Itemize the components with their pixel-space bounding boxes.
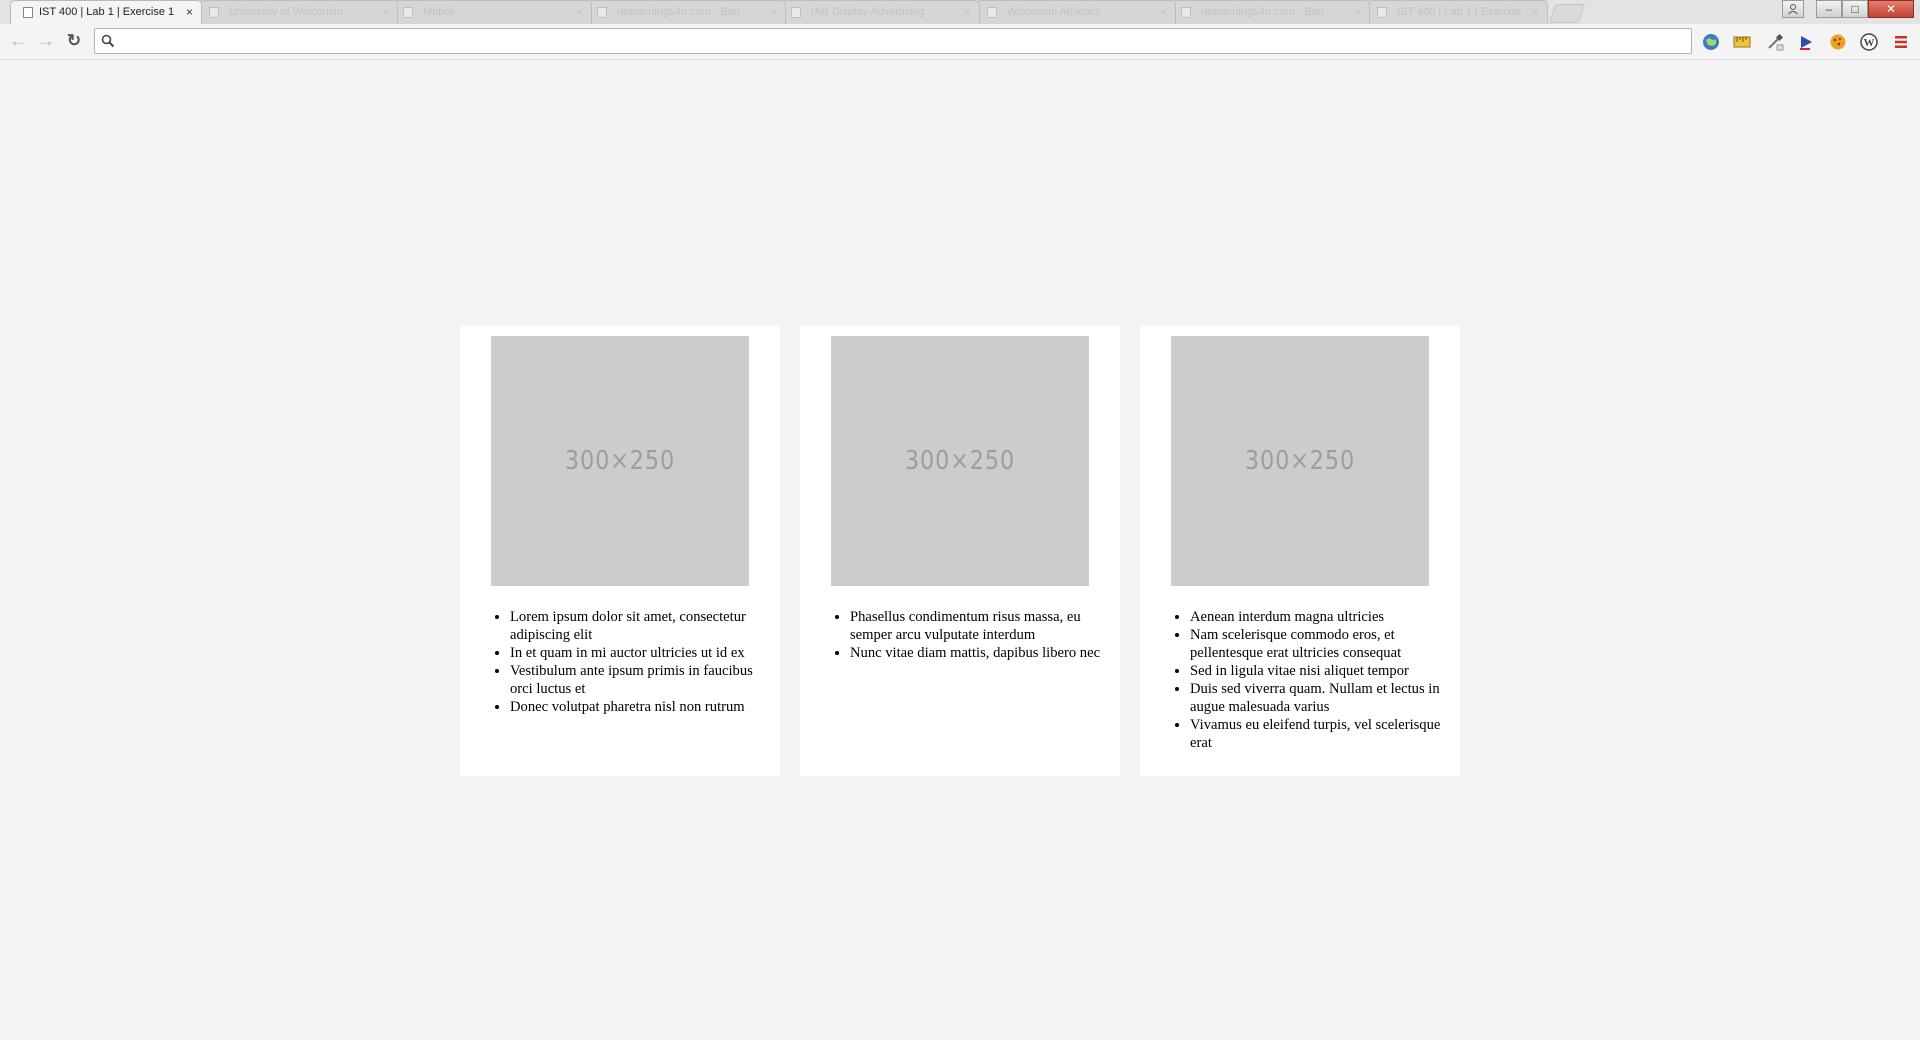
content-card: 300×250 Aenean interdum magna ultricies … [1140,326,1460,776]
list-item: Donec volutpat pharetra nisl non rutrum [510,698,768,716]
tab-ist400-duplicate[interactable]: IST 400 | Lab 1 | Exercise × [1366,0,1548,24]
page-icon [209,7,219,18]
user-icon [1788,4,1798,15]
ad-placeholder-image: 300×250 [831,336,1089,586]
wordpress-icon[interactable]: W [1860,33,1878,51]
list-item: Phasellus condimentum risus massa, eu se… [850,608,1108,644]
list-item: Duis sed viverra quam. Nullam et lectus … [1190,680,1448,716]
globe-icon[interactable] [1702,33,1720,51]
tab-title: netearnings4u.com - Ban [1201,6,1324,18]
list-item: Sed in ligula vitae nisi aliquet tempor [1190,662,1448,680]
eyedropper-icon[interactable] [1766,33,1784,51]
page-icon [1181,7,1191,18]
reload-button[interactable]: ↻ [62,30,86,52]
list-item: Vestibulum ante ipsum primis in faucibus… [510,662,768,698]
page-viewport: 300×250 Lorem ipsum dolor sit amet, cons… [0,60,1920,1040]
page-icon [791,7,801,18]
list-item: Nam scelerisque commodo eros, et pellent… [1190,626,1448,662]
ruler-icon[interactable] [1733,33,1751,51]
list-item: In et quam in mi auctor ultricies ut id … [510,644,768,662]
search-icon [101,34,115,48]
ad-placeholder-image: 300×250 [491,336,749,586]
close-icon[interactable]: × [1160,5,1167,19]
tab-title: IAB Display Advertising [811,6,925,18]
page-icon [597,7,607,18]
content-card: 300×250 Lorem ipsum dolor sit amet, cons… [460,326,780,776]
page-icon [987,7,997,18]
close-icon[interactable]: × [382,5,389,19]
tab-title: University of Wisconsin [229,6,343,18]
tab-strip: IST 400 | Lab 1 | Exercise × netearnings… [0,0,1920,24]
menu-icon[interactable] [1892,33,1910,51]
page-icon [1377,7,1387,18]
bullet-list: Lorem ipsum dolor sit amet, consectetur … [460,608,768,716]
list-item: Lorem ipsum dolor sit amet, consectetur … [510,608,768,644]
back-button[interactable]: ← [6,30,30,52]
tab-wisconsin-athletics[interactable]: Wisconsin Athletics × [976,0,1176,24]
play-icon[interactable] [1797,33,1815,51]
forward-button[interactable]: → [34,30,58,52]
cookie-icon[interactable] [1829,33,1847,51]
list-item: Nunc vitae diam mattis, dapibus libero n… [850,644,1108,662]
bullet-list: Aenean interdum magna ultricies Nam scel… [1140,608,1448,752]
bullet-list: Phasellus condimentum risus massa, eu se… [800,608,1108,662]
tab-mobile[interactable]: Mobile × [392,0,592,24]
close-icon[interactable]: × [1532,5,1539,19]
tab-ist400-active[interactable]: IST 400 | Lab 1 | Exercise 1 × [10,0,202,24]
tab-university-wisconsin[interactable]: University of Wisconsin × [198,0,398,24]
minimize-button[interactable]: – [1816,0,1842,18]
close-window-button[interactable]: ✕ [1868,0,1914,18]
address-input[interactable] [121,31,1685,53]
close-icon[interactable]: × [186,5,193,19]
close-icon[interactable]: × [770,5,777,19]
list-item: Aenean interdum magna ultricies [1190,608,1448,626]
tab-title: Mobile [423,6,456,18]
browser-toolbar: ← → ↻ W [0,24,1920,60]
tab-netearnings-1[interactable]: netearnings4u.com - Ban × [586,0,786,24]
tab-title: netearnings4u.com - Ban [617,6,740,18]
new-tab-button[interactable] [1548,4,1586,23]
tab-netearnings-2[interactable]: netearnings4u.com - Ban × [1170,0,1370,24]
maximize-button[interactable]: □ [1842,0,1868,18]
page-icon [23,7,33,18]
close-icon[interactable]: × [1354,5,1361,19]
tab-title: IST 400 | Lab 1 | Exercise 1 [39,6,175,18]
tab-title: IST 400 | Lab 1 | Exercise [1397,6,1521,18]
content-card: 300×250 Phasellus condimentum risus mass… [800,326,1120,776]
close-icon[interactable]: × [964,5,971,19]
list-item: Vivamus eu eleifend turpis, vel sceleris… [1190,716,1448,752]
page-icon [403,7,413,18]
tab-iab-display[interactable]: IAB Display Advertising × [780,0,980,24]
close-icon[interactable]: × [576,5,583,19]
address-bar[interactable] [94,28,1692,54]
ad-placeholder-image: 300×250 [1171,336,1429,586]
tab-title: Wisconsin Athletics [1007,6,1102,18]
profile-button[interactable] [1782,0,1804,18]
svg-text:W: W [1864,37,1875,49]
